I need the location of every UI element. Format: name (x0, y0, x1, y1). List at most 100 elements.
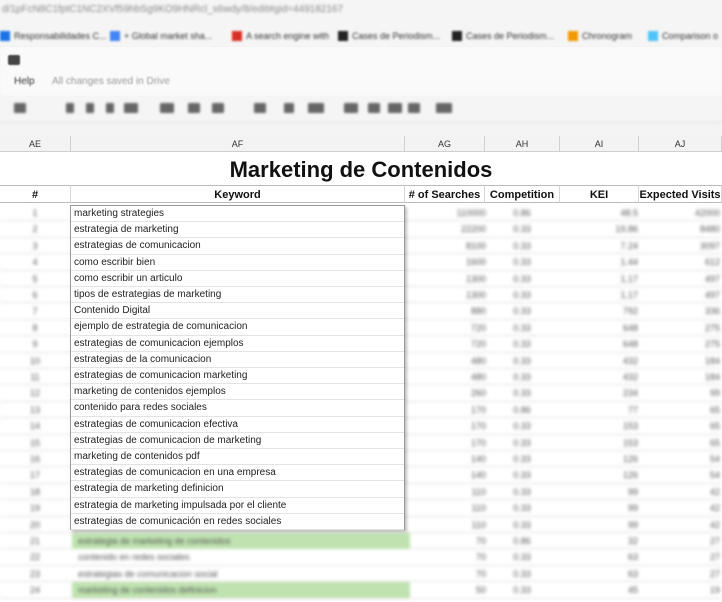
folder-icon[interactable] (8, 55, 20, 65)
cell-n[interactable]: 5 (0, 274, 70, 284)
cell-comp[interactable]: 0.86 (486, 208, 558, 218)
cell-kei[interactable]: 153 (560, 421, 638, 431)
cell-n[interactable]: 11 (0, 372, 70, 382)
undo-icon[interactable] (14, 103, 26, 113)
url-bar[interactable]: d/1pFcN8C1fptC1NC2XVf59hbSg9KO9HNRcl_s6w… (0, 0, 722, 25)
column-header-aj[interactable]: AJ (639, 136, 722, 152)
cell-kei[interactable]: 99 (560, 520, 638, 530)
cell-kei[interactable]: 99 (560, 503, 638, 513)
cell-comp[interactable]: 0.33 (486, 520, 558, 530)
bookmark-item[interactable]: Cases de Periodism... (338, 29, 440, 42)
bookmark-item[interactable]: A search engine with (232, 29, 329, 42)
cell-n[interactable]: 4 (0, 257, 70, 267)
suggestion-item[interactable]: ejemplo de estrategia de comunicacion (71, 319, 404, 336)
cell-searches[interactable]: 140 (406, 470, 486, 480)
cell-comp[interactable]: 0.33 (486, 224, 558, 234)
header-keyword[interactable]: Keyword (71, 185, 405, 203)
cell-kei[interactable]: 77 (560, 405, 638, 415)
cell-searches[interactable]: 22200 (406, 224, 486, 234)
cell-searches[interactable]: 1600 (406, 257, 486, 267)
cell-kw[interactable]: contenido en redes sociales (78, 552, 190, 562)
text-color-icon[interactable] (124, 103, 138, 113)
cell-searches[interactable]: 720 (406, 323, 486, 333)
bookmark-item[interactable]: + Global market sha... (110, 29, 212, 42)
comment-icon[interactable] (368, 103, 380, 113)
cell-visits[interactable]: 275 (640, 339, 720, 349)
suggestion-item[interactable]: estrategias de comunicacion efectiva (71, 417, 404, 433)
cell-searches[interactable]: 170 (406, 438, 486, 448)
suggestion-item[interactable]: estrategias de comunicacion marketing (71, 368, 404, 385)
cell-n[interactable]: 14 (0, 421, 70, 431)
cell-comp[interactable]: 0.33 (486, 323, 558, 333)
merge-icon[interactable] (212, 103, 224, 113)
cell-visits[interactable]: 99 (640, 388, 720, 398)
suggestion-item[interactable]: marketing de contenidos ejemplos (71, 384, 404, 401)
cell-visits[interactable]: 8480 (640, 224, 720, 234)
cell-n[interactable]: 10 (0, 356, 70, 366)
header-expected-visits[interactable]: Expected Visits (639, 185, 722, 203)
cell-searches[interactable]: 480 (406, 372, 486, 382)
wrap-icon[interactable] (308, 103, 324, 113)
cell-visits[interactable]: 497 (640, 274, 720, 284)
cell-kei[interactable]: 1.17 (560, 274, 638, 284)
cell-searches[interactable]: 480 (406, 356, 486, 366)
bookmark-item[interactable]: Cases de Periodism... (452, 29, 554, 42)
cell-n[interactable]: 2 (0, 224, 70, 234)
cell-kei[interactable]: 126 (560, 454, 638, 464)
suggestion-item[interactable]: estrategia de marketing definicion (71, 481, 404, 498)
cell-searches[interactable]: 170 (406, 405, 486, 415)
italic-icon[interactable] (86, 103, 94, 113)
cell-kei[interactable]: 1.44 (560, 257, 638, 267)
cell-kw[interactable]: estrategias de comunicacion social (78, 569, 218, 579)
cell-n[interactable]: 1 (0, 208, 70, 218)
bookmark-item[interactable]: Chronogram (568, 29, 632, 42)
cell-comp[interactable]: 0.33 (486, 306, 558, 316)
cell-n[interactable]: 15 (0, 438, 70, 448)
cell-n[interactable]: 19 (0, 503, 70, 513)
cell-visits[interactable]: 19 (640, 585, 720, 595)
cell-kei[interactable]: 7.24 (560, 241, 638, 251)
suggestion-item[interactable]: marketing strategies (71, 206, 404, 223)
cell-comp[interactable]: 0.33 (486, 552, 558, 562)
cell-searches[interactable]: 110 (406, 487, 486, 497)
cell-n[interactable]: 12 (0, 388, 70, 398)
cell-visits[interactable]: 42000 (640, 208, 720, 218)
cell-n[interactable]: 16 (0, 454, 70, 464)
cell-searches[interactable]: 50 (406, 585, 486, 595)
cell-searches[interactable]: 8100 (406, 241, 486, 251)
cell-visits[interactable]: 184 (640, 372, 720, 382)
cell-visits[interactable]: 612 (640, 257, 720, 267)
cell-kei[interactable]: 32 (560, 536, 638, 546)
cell-searches[interactable]: 70 (406, 536, 486, 546)
cell-n[interactable]: 7 (0, 306, 70, 316)
cell-searches[interactable]: 880 (406, 306, 486, 316)
cell-n[interactable]: 6 (0, 290, 70, 300)
cell-n[interactable]: 22 (0, 552, 70, 562)
sheet-title[interactable]: Marketing de Contenidos (0, 152, 722, 184)
cell-visits[interactable]: 184 (640, 356, 720, 366)
cell-n[interactable]: 3 (0, 241, 70, 251)
cell-kei[interactable]: 153 (560, 438, 638, 448)
suggestion-item[interactable]: estrategia de marketing (71, 222, 404, 239)
fill-color-icon[interactable] (160, 103, 174, 113)
cell-kei[interactable]: 1.17 (560, 290, 638, 300)
cell-visits[interactable]: 65 (640, 405, 720, 415)
suggestion-item[interactable]: estrategias de comunicacion en una empre… (71, 465, 404, 482)
cell-visits[interactable]: 54 (640, 454, 720, 464)
cell-searches[interactable]: 260 (406, 388, 486, 398)
cell-visits[interactable]: 42 (640, 487, 720, 497)
cell-comp[interactable]: 0.33 (486, 372, 558, 382)
strikethrough-icon[interactable] (106, 103, 114, 113)
suggestion-item[interactable]: como escribir bien (71, 255, 404, 271)
suggestion-item[interactable]: estrategia de marketing impulsada por el… (71, 498, 404, 514)
cell-comp[interactable]: 0.33 (486, 454, 558, 464)
suggestion-item[interactable]: estrategias de comunicación en redes soc… (71, 514, 404, 531)
cell-comp[interactable]: 0.33 (486, 257, 558, 267)
link-icon[interactable] (344, 103, 358, 113)
column-header-af[interactable]: AF (71, 136, 405, 152)
column-header-ag[interactable]: AG (405, 136, 485, 152)
chart-icon[interactable] (388, 103, 402, 113)
cell-visits[interactable]: 65 (640, 421, 720, 431)
suggestion-item[interactable]: como escribir un articulo (71, 271, 404, 288)
bold-icon[interactable] (66, 103, 74, 113)
